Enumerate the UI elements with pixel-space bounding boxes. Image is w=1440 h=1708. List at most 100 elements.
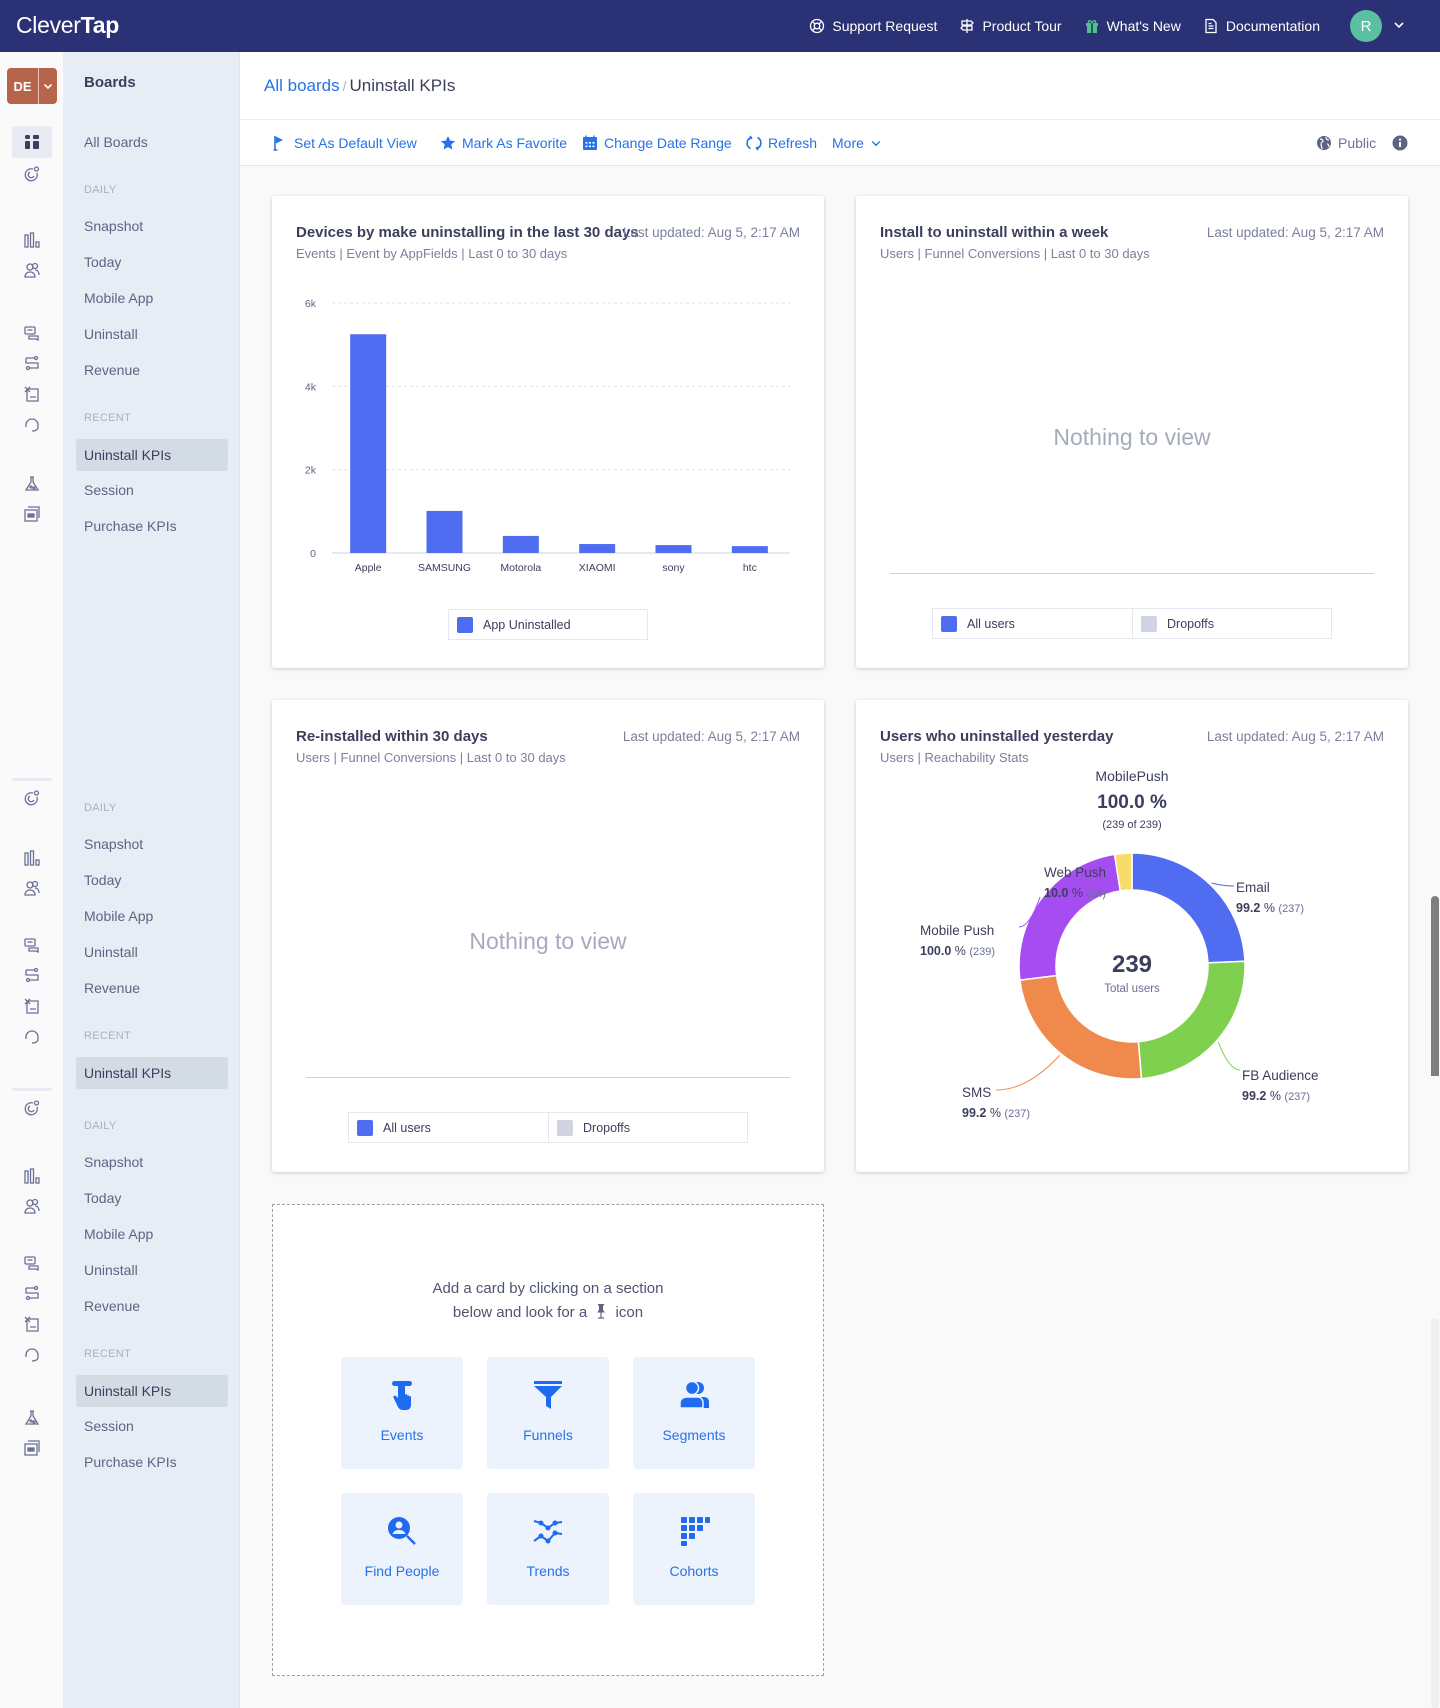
rail-campaigns[interactable] — [20, 322, 44, 346]
clevertap-logo[interactable]: CleverTap — [16, 12, 119, 39]
tile-events[interactable]: Events — [341, 1357, 463, 1469]
sidebar-item-uninstall-kpis[interactable]: Uninstall KPIs — [76, 1375, 228, 1407]
documentation-link[interactable]: Documentation — [1203, 18, 1320, 34]
rail-templates[interactable] — [20, 1436, 44, 1460]
slice-value: 10.0 % (24) — [1044, 886, 1106, 900]
card-uninstalled-yesterday[interactable]: Users who uninstalled yesterday Last upd… — [856, 700, 1408, 1172]
legend-item-all-users[interactable]: All users — [933, 609, 1132, 638]
sidebar-item-today[interactable]: Today — [84, 1190, 121, 1206]
sidebar-item-mobile-app[interactable]: Mobile App — [84, 908, 153, 924]
headset-icon — [25, 1348, 39, 1362]
legend-swatch — [457, 616, 473, 633]
rail-magnet[interactable] — [20, 786, 44, 810]
rail-support[interactable] — [20, 1342, 44, 1366]
sidebar-item-purchase-kpis[interactable]: Purchase KPIs — [84, 1454, 177, 1470]
tile-funnels[interactable]: Funnels — [487, 1357, 609, 1469]
breadcrumb: All boards / Uninstall KPIs — [264, 76, 455, 96]
tile-cohorts[interactable]: Cohorts — [633, 1493, 755, 1605]
sidebar-item-mobile-app[interactable]: Mobile App — [84, 290, 153, 306]
card-install-to-uninstall[interactable]: Install to uninstall within a week Last … — [856, 196, 1408, 668]
more-menu-button[interactable]: More — [832, 120, 882, 166]
rail-analytics[interactable] — [20, 228, 44, 252]
rail-magnet[interactable] — [20, 1096, 44, 1120]
rail-segments[interactable] — [20, 1194, 44, 1218]
rail-catalog[interactable] — [20, 1312, 44, 1336]
support-request-link[interactable]: Support Request — [809, 18, 937, 34]
sidebar-item-session[interactable]: Session — [84, 1418, 134, 1434]
rail-magnet[interactable] — [20, 162, 44, 186]
card-devices-by-make[interactable]: Devices by make uninstalling in the last… — [272, 196, 824, 668]
legend-item-all-users[interactable]: All users — [349, 1113, 548, 1142]
product-tour-link[interactable]: Product Tour — [959, 18, 1062, 34]
sidebar-item-mobile-app[interactable]: Mobile App — [84, 1226, 153, 1242]
sidebar-item-uninstall-kpis[interactable]: Uninstall KPIs — [76, 439, 228, 471]
mark-favorite-button[interactable]: Mark As Favorite — [440, 120, 567, 166]
icon-rail: DE — [0, 52, 64, 1708]
sidebar-item-snapshot[interactable]: Snapshot — [84, 836, 143, 852]
rail-journeys[interactable] — [20, 352, 44, 376]
rail-segments[interactable] — [20, 258, 44, 282]
bar-samsung[interactable] — [426, 510, 463, 553]
bar-sony[interactable] — [655, 545, 692, 553]
chevron-down-icon[interactable] — [1392, 18, 1406, 32]
boards-title: Boards — [84, 74, 136, 91]
bar-xiaomi[interactable] — [579, 544, 616, 553]
sidebar-item-today[interactable]: Today — [84, 872, 121, 888]
y-tick-label: 4k — [305, 381, 317, 393]
x-tick-label: htc — [743, 562, 757, 574]
sidebar-item-all-boards[interactable]: All Boards — [84, 134, 148, 150]
legend-item-dropoffs[interactable]: Dropoffs — [548, 1113, 747, 1142]
sidebar-item-uninstall[interactable]: Uninstall — [84, 1262, 138, 1278]
rail-boards[interactable] — [12, 126, 52, 158]
user-avatar[interactable]: R — [1350, 10, 1382, 42]
set-default-view-button[interactable]: Set As Default View — [272, 120, 417, 166]
sidebar-item-snapshot[interactable]: Snapshot — [84, 1154, 143, 1170]
rail-campaigns[interactable] — [20, 934, 44, 958]
sidebar-item-revenue[interactable]: Revenue — [84, 980, 140, 996]
rail-analytics[interactable] — [20, 1164, 44, 1188]
legend-item-app-uninstalled[interactable]: App Uninstalled — [449, 610, 647, 639]
rail-journeys[interactable] — [20, 964, 44, 988]
rail-analytics[interactable] — [20, 846, 44, 870]
rail-experiments[interactable] — [20, 1406, 44, 1430]
rail-catalog[interactable] — [20, 994, 44, 1018]
change-date-range-button[interactable]: Change Date Range — [582, 120, 732, 166]
sidebar-item-uninstall-kpis[interactable]: Uninstall KPIs — [76, 1057, 228, 1089]
slice-email[interactable] — [1131, 852, 1246, 964]
tile-trends[interactable]: Trends — [487, 1493, 609, 1605]
rail-journeys[interactable] — [20, 1282, 44, 1306]
sidebar-item-uninstall[interactable]: Uninstall — [84, 944, 138, 960]
page-scrollbar-track[interactable] — [1431, 1318, 1439, 1708]
whats-new-link[interactable]: What's New — [1084, 18, 1181, 34]
tile-find-people[interactable]: Find People — [341, 1493, 463, 1605]
rail-experiments[interactable] — [20, 472, 44, 496]
sidebar-item-snapshot[interactable]: Snapshot — [84, 218, 143, 234]
headline-detail: (239 of 239) — [1102, 819, 1161, 831]
sidebar-item-purchase-kpis[interactable]: Purchase KPIs — [84, 518, 177, 534]
board-info-button[interactable] — [1392, 120, 1408, 166]
bar-motorola[interactable] — [502, 535, 539, 553]
legend-item-dropoffs[interactable]: Dropoffs — [1132, 609, 1331, 638]
breadcrumb-all-boards[interactable]: All boards — [264, 76, 340, 95]
rail-catalog[interactable] — [20, 382, 44, 406]
bar-apple[interactable] — [350, 334, 387, 553]
tile-segments[interactable]: Segments — [633, 1357, 755, 1469]
rail-campaigns[interactable] — [20, 1252, 44, 1276]
rail-templates[interactable] — [20, 502, 44, 526]
card-reinstalled[interactable]: Re-installed within 30 days Last updated… — [272, 700, 824, 1172]
refresh-button[interactable]: Refresh — [746, 120, 817, 166]
bar-htc[interactable] — [731, 546, 768, 553]
slice-fb-audience[interactable] — [1137, 960, 1246, 1080]
sidebar-item-today[interactable]: Today — [84, 254, 121, 270]
visibility-public-button[interactable]: Public — [1316, 120, 1376, 166]
x-tick-label: XIAOMI — [579, 562, 616, 574]
sidebar-item-revenue[interactable]: Revenue — [84, 362, 140, 378]
sidebar-item-revenue[interactable]: Revenue — [84, 1298, 140, 1314]
rail-segments[interactable] — [20, 876, 44, 900]
sidebar-item-uninstall[interactable]: Uninstall — [84, 326, 138, 342]
sidebar-item-session[interactable]: Session — [84, 482, 134, 498]
account-switcher[interactable]: DE — [7, 68, 57, 104]
rail-support[interactable] — [20, 412, 44, 436]
rail-support[interactable] — [20, 1024, 44, 1048]
page-scrollbar-thumb[interactable] — [1431, 896, 1439, 1076]
